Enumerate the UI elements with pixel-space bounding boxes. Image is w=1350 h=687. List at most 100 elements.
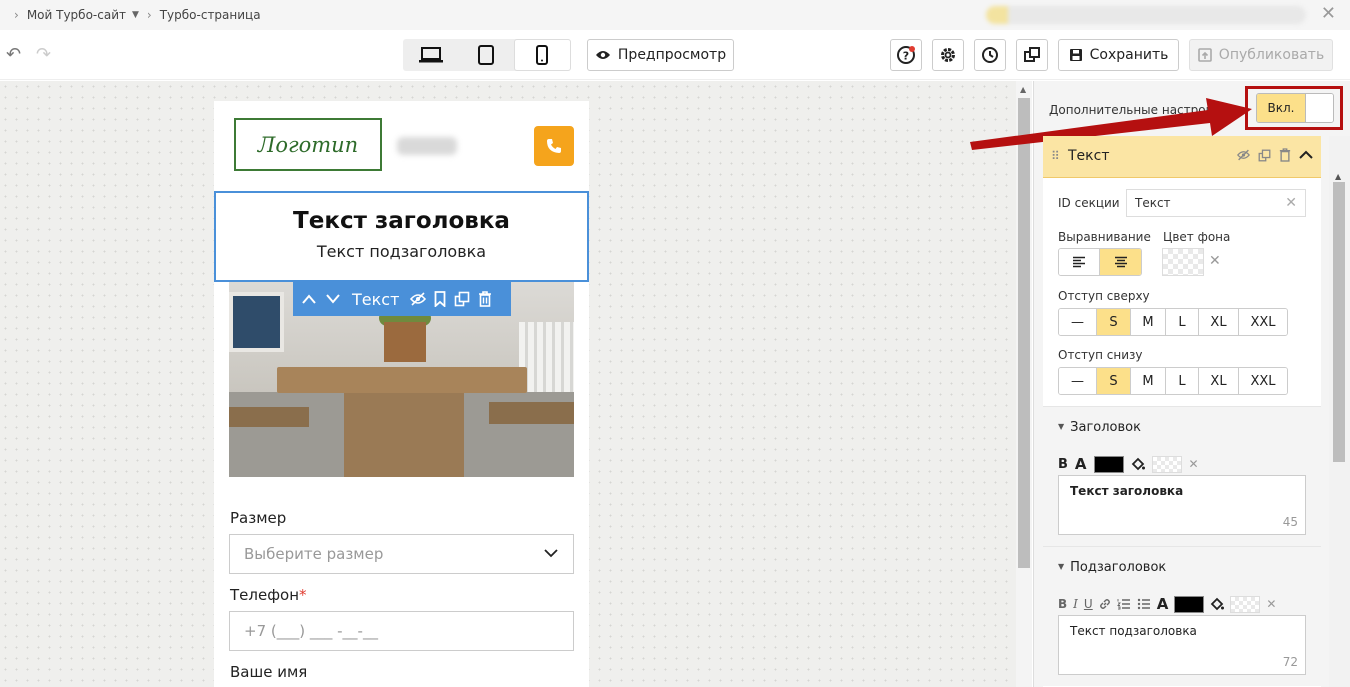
photo-table-base — [344, 392, 464, 477]
bold-icon[interactable]: B — [1058, 457, 1068, 472]
photo-window — [229, 292, 284, 352]
settings-button[interactable] — [932, 39, 964, 71]
duplicate-page-button[interactable] — [1016, 39, 1048, 71]
padding-top-s[interactable]: S — [1097, 309, 1131, 335]
chevron-right-icon: › — [14, 8, 19, 22]
padding-top-xl[interactable]: XL — [1199, 309, 1239, 335]
chevron-down-icon[interactable] — [325, 293, 341, 305]
link-icon[interactable] — [1099, 598, 1111, 610]
copy-icon[interactable] — [454, 291, 470, 307]
fill-color-swatch[interactable] — [1230, 595, 1261, 613]
copy-icon[interactable] — [1258, 149, 1271, 162]
mobile-view-button[interactable] — [513, 39, 571, 71]
drag-handle-icon[interactable]: ⠿ — [1051, 149, 1060, 163]
size-field-label: Размер — [230, 509, 287, 527]
preview-button[interactable]: Предпросмотр — [587, 39, 734, 71]
close-icon[interactable]: ✕ — [1321, 3, 1336, 24]
clear-icon[interactable]: ✕ — [1285, 195, 1297, 211]
padding-bottom-m[interactable]: M — [1131, 368, 1166, 394]
panel-scrollbar-thumb[interactable] — [1333, 182, 1345, 462]
padding-bottom-s[interactable]: S — [1097, 368, 1131, 394]
tablet-view-button[interactable] — [458, 39, 513, 71]
padding-bottom-l[interactable]: L — [1166, 368, 1199, 394]
scroll-up-icon[interactable]: ▲ — [1020, 85, 1026, 94]
fill-color-icon[interactable] — [1131, 457, 1145, 471]
padding-top-m[interactable]: M — [1131, 309, 1166, 335]
heading-settings-title[interactable]: ▼ Заголовок — [1058, 420, 1141, 435]
fill-color-swatch[interactable] — [1151, 455, 1182, 473]
trash-icon[interactable] — [478, 291, 492, 307]
bg-color-label: Цвет фона — [1163, 230, 1231, 244]
size-select[interactable]: Выберите размер — [229, 534, 574, 574]
section-heading[interactable]: Текст заголовка — [216, 208, 587, 234]
preview-button-label: Предпросмотр — [617, 47, 727, 63]
phone-input-placeholder: +7 (___) ___ -__-__ — [244, 622, 378, 640]
padding-bottom-none[interactable]: — — [1059, 368, 1097, 394]
eye-off-icon[interactable] — [1237, 149, 1250, 161]
name-field-label: Ваше имя — [230, 663, 308, 681]
advanced-settings-label: Дополнительные настройки — [1049, 103, 1229, 117]
subheading-textarea[interactable]: Текст подзаголовка 72 — [1058, 615, 1306, 675]
canvas-scrollbar-thumb[interactable] — [1018, 98, 1030, 568]
text-section-selected[interactable]: Текст заголовка Текст подзаголовка — [214, 191, 589, 282]
clear-fill-icon[interactable]: ✕ — [1266, 597, 1276, 611]
section-id-value: Текст — [1135, 196, 1171, 210]
breadcrumb-page[interactable]: Турбо-страница — [160, 8, 261, 22]
clear-color-icon[interactable]: ✕ — [1209, 253, 1221, 269]
chevron-up-icon[interactable] — [1299, 150, 1313, 160]
logo[interactable]: Логотип — [234, 118, 382, 171]
section-toolbar-label: Текст — [352, 289, 400, 309]
caret-down-icon[interactable]: ▼ — [132, 10, 139, 20]
call-button[interactable] — [534, 126, 574, 166]
phone-label-text: Телефон — [230, 586, 300, 604]
help-button[interactable]: ? — [890, 39, 922, 71]
scroll-up-icon[interactable]: ▲ — [1335, 172, 1341, 181]
section-card-title: Текст — [1068, 148, 1110, 164]
numbered-list-icon[interactable] — [1116, 598, 1131, 610]
align-center-button[interactable] — [1100, 249, 1141, 275]
text-color-swatch[interactable] — [1174, 595, 1205, 613]
heading-textarea[interactable]: Текст заголовка 45 — [1058, 475, 1306, 535]
bullet-list-icon[interactable] — [1137, 598, 1151, 610]
padding-top-xxl[interactable]: XXL — [1239, 309, 1287, 335]
publish-button[interactable]: Опубликовать — [1189, 39, 1333, 71]
padding-top-l[interactable]: L — [1166, 309, 1199, 335]
italic-icon[interactable]: I — [1073, 597, 1078, 611]
help-icon: ? — [897, 46, 915, 64]
breadcrumb-site[interactable]: Мой Турбо-сайт — [27, 8, 126, 22]
save-button-label: Сохранить — [1089, 47, 1169, 63]
bookmark-icon[interactable] — [434, 291, 446, 307]
redo-icon[interactable]: ↷ — [36, 44, 51, 65]
clear-fill-icon[interactable]: ✕ — [1189, 457, 1199, 471]
undo-icon[interactable]: ↶ — [6, 44, 21, 65]
subheading-settings-title[interactable]: ▼ Подзаголовок — [1058, 560, 1166, 575]
history-button[interactable] — [974, 39, 1006, 71]
text-color-icon[interactable]: A — [1075, 455, 1087, 473]
text-color-icon[interactable]: A — [1157, 595, 1169, 613]
panel-scrollbar[interactable]: ▲ — [1329, 136, 1350, 687]
phone-input[interactable]: +7 (___) ___ -__-__ — [229, 611, 574, 651]
section-id-input[interactable]: Текст ✕ — [1126, 189, 1306, 217]
chevron-up-icon[interactable] — [301, 293, 317, 305]
text-color-swatch[interactable] — [1093, 455, 1124, 473]
fill-color-icon[interactable] — [1210, 597, 1225, 611]
underline-icon[interactable]: U — [1084, 597, 1093, 611]
bold-icon[interactable]: B — [1058, 597, 1067, 611]
padding-top-none[interactable]: — — [1059, 309, 1097, 335]
trash-icon[interactable] — [1279, 148, 1291, 162]
blurred-site-name — [397, 137, 457, 155]
bg-color-swatch[interactable] — [1162, 248, 1204, 276]
history-icon — [982, 47, 998, 63]
size-select-placeholder: Выберите размер — [244, 545, 384, 563]
padding-bottom-xl[interactable]: XL — [1199, 368, 1239, 394]
save-button[interactable]: Сохранить — [1058, 39, 1179, 71]
padding-top-label: Отступ сверху — [1058, 289, 1150, 303]
align-left-button[interactable] — [1059, 249, 1100, 275]
padding-bottom-xxl[interactable]: XXL — [1239, 368, 1287, 394]
section-subheading[interactable]: Текст подзаголовка — [216, 242, 587, 261]
desktop-view-button[interactable] — [403, 39, 458, 71]
canvas-scrollbar[interactable]: ▲ — [1016, 81, 1032, 687]
eye-off-icon[interactable] — [410, 292, 427, 306]
publish-button-label: Опубликовать — [1218, 47, 1325, 63]
section-card-header[interactable]: ⠿ Текст — [1043, 136, 1321, 178]
